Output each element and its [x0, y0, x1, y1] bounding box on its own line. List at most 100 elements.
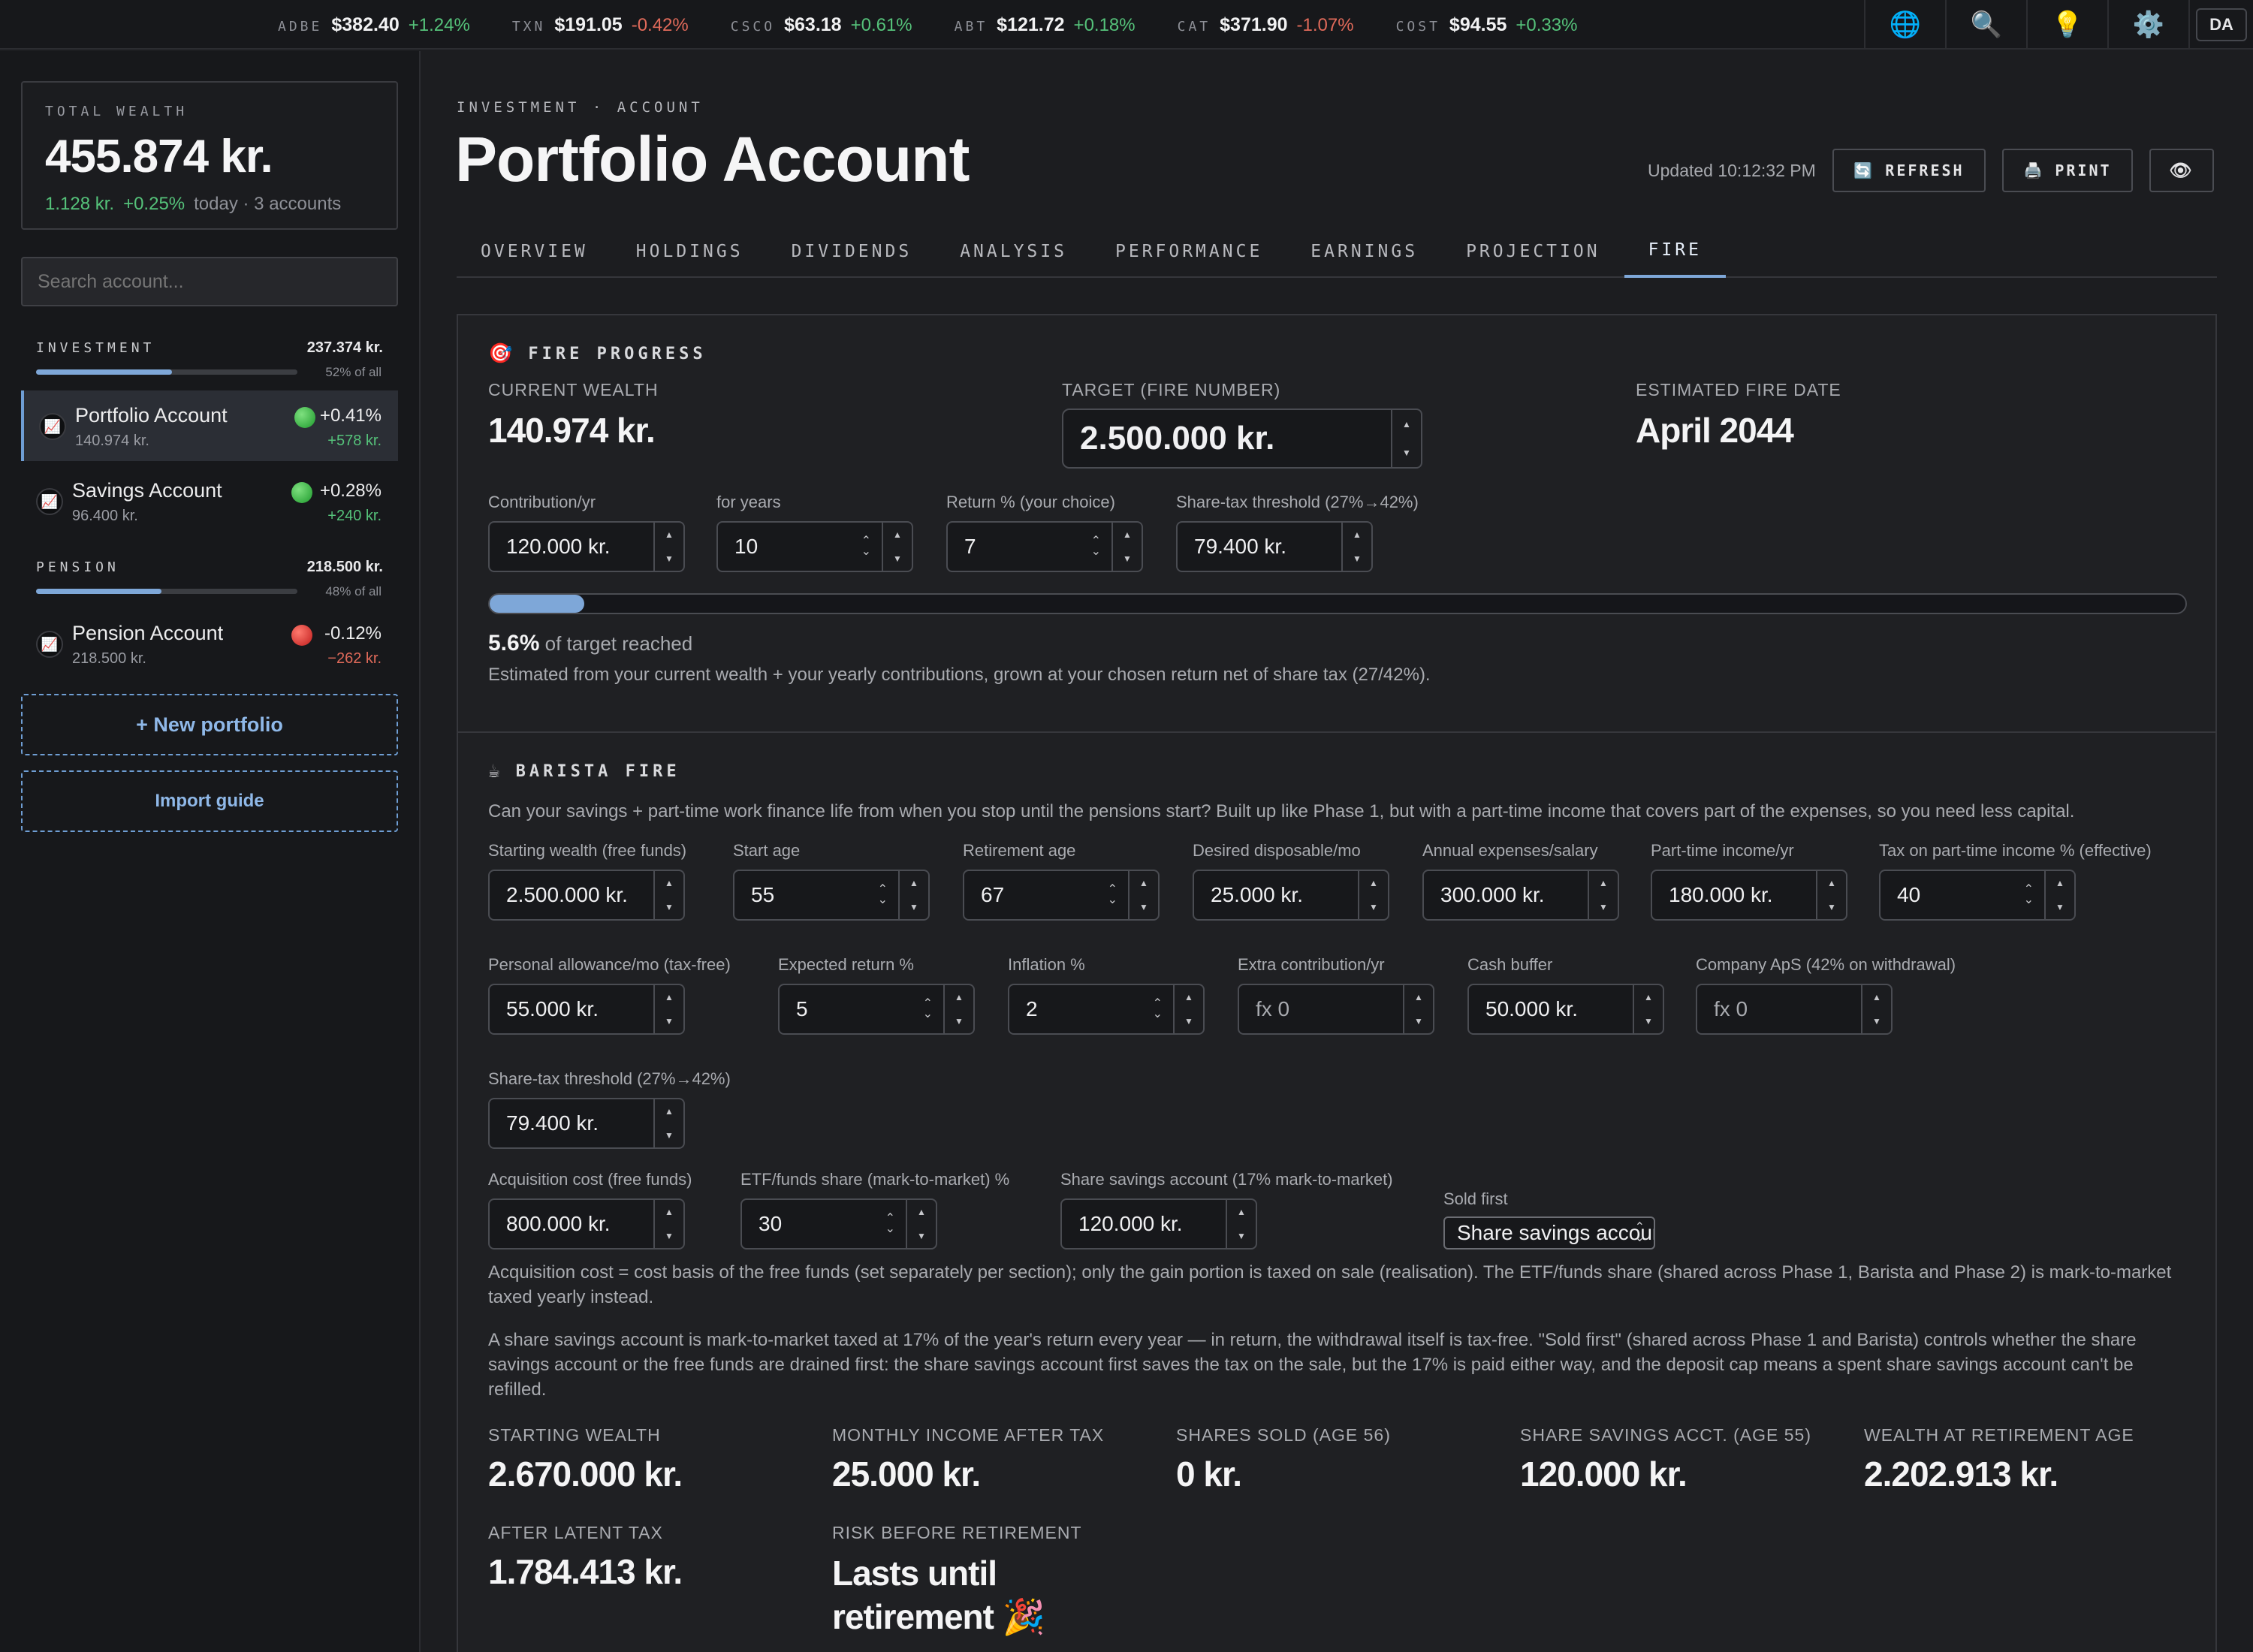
input-text: 67 — [981, 883, 1005, 906]
import-guide-button[interactable]: Import guide — [21, 770, 398, 832]
account-name: Savings Account — [72, 479, 222, 502]
input-value: 30 ⌃ ⌄ — [740, 1198, 907, 1250]
cash-buffer-input[interactable]: 50.000 kr. ▲ ▼ — [1467, 984, 1664, 1035]
etf-share-input[interactable]: 30 ⌃ ⌄ ▲ ▼ — [740, 1198, 937, 1250]
refresh-button[interactable]: 🔄 REFRESH — [1832, 149, 1986, 192]
input-value: 10 ⌃ ⌄ — [716, 521, 883, 572]
updown-icon[interactable]: ⌃ ⌄ — [1091, 535, 1101, 558]
stepper-icon[interactable]: ▲ ▼ — [1589, 870, 1619, 921]
tab-fire[interactable]: FIRE — [1624, 225, 1726, 278]
updown-icon[interactable]: ⌃ ⌄ — [923, 998, 933, 1020]
ticker-item[interactable]: ADBE $382.40 +1.24% — [278, 14, 470, 36]
stepper-icon[interactable]: ▲ ▼ — [1343, 521, 1373, 572]
acquisition-cost-input[interactable]: 800.000 kr. ▲ ▼ — [488, 1198, 685, 1250]
print-button[interactable]: 🖨️ PRINT — [2002, 149, 2133, 192]
years-input[interactable]: 10 ⌃ ⌄ ▲ ▼ — [716, 521, 913, 572]
stepper-icon[interactable]: ▲ ▼ — [907, 1198, 937, 1250]
stepper-icon[interactable]: ▲ ▼ — [655, 1198, 685, 1250]
account-pension[interactable]: 📈 Pension Account 218.500 kr. -0.12% −26… — [21, 608, 398, 679]
expected-return-input[interactable]: 5 ⌃ ⌄ ▲ ▼ — [778, 984, 975, 1035]
fire-progress-bar — [488, 593, 2187, 614]
updown-icon[interactable]: ⌃ ⌄ — [861, 535, 871, 558]
updown-icon[interactable]: ⌃ ⌄ — [885, 1213, 895, 1235]
tab-projection[interactable]: PROJECTION — [1442, 225, 1624, 278]
part-time-income-input[interactable]: 180.000 kr. ▲ ▼ — [1651, 870, 1847, 921]
tab-earnings[interactable]: EARNINGS — [1286, 225, 1442, 278]
stepper-icon[interactable]: ▲ ▼ — [900, 870, 930, 921]
ticker-item[interactable]: CAT $371.90 -1.07% — [1178, 14, 1354, 36]
ticker-item[interactable]: COST $94.55 +0.33% — [1396, 14, 1578, 36]
page-title: Portfolio Account — [455, 124, 970, 194]
stepper-icon[interactable]: ▲ ▼ — [655, 984, 685, 1035]
tab-overview[interactable]: OVERVIEW — [457, 225, 612, 278]
stepper-icon[interactable]: ▲ ▼ — [1227, 1198, 1257, 1250]
account-portfolio[interactable]: 📈 Portfolio Account 140.974 kr. +0.41% +… — [21, 390, 398, 461]
tab-holdings[interactable]: HOLDINGS — [612, 225, 768, 278]
stepper-icon[interactable]: ▲ ▼ — [1634, 984, 1664, 1035]
share-savings-input[interactable]: 120.000 kr. ▲ ▼ — [1060, 1198, 1257, 1250]
stepper-icon[interactable]: ▲ ▼ — [883, 521, 913, 572]
inflation-input[interactable]: 2 ⌃ ⌄ ▲ ▼ — [1008, 984, 1205, 1035]
bulb-icon[interactable]: 💡 — [2026, 0, 2107, 50]
stepper-icon[interactable]: ▲ ▼ — [1862, 984, 1893, 1035]
threshold-input[interactable]: 79.400 kr. ▲ ▼ — [1176, 521, 1373, 572]
tab-analysis[interactable]: ANALYSIS — [936, 225, 1091, 278]
ticker-change: -0.42% — [631, 14, 689, 35]
tab-dividends[interactable]: DIVIDENDS — [768, 225, 936, 278]
return-input[interactable]: 7 ⌃ ⌄ ▲ ▼ — [946, 521, 1143, 572]
stepper-icon[interactable]: ▲ ▼ — [1113, 521, 1143, 572]
personal-allowance-input[interactable]: 55.000 kr. ▲ ▼ — [488, 984, 685, 1035]
group-pension-header: PENSION 218.500 kr. — [36, 559, 383, 576]
status-dot-icon — [291, 625, 312, 646]
stepper-icon[interactable]: ▲ ▼ — [1392, 408, 1422, 469]
avatar-button[interactable]: DA — [2188, 0, 2253, 50]
stepper-icon[interactable]: ▲ ▼ — [1359, 870, 1389, 921]
cash-buffer-label: Cash buffer — [1467, 955, 1553, 974]
updown-icon[interactable]: ⌃ ⌄ — [1108, 884, 1117, 906]
stepper-icon[interactable]: ▲ ▼ — [655, 870, 685, 921]
gear-icon[interactable]: ⚙️ — [2107, 0, 2188, 50]
desired-disposable-input[interactable]: 25.000 kr. ▲ ▼ — [1193, 870, 1389, 921]
group-share-fill — [36, 369, 172, 375]
account-name: Pension Account — [72, 622, 224, 644]
stepper-icon[interactable]: ▲ ▼ — [1404, 984, 1434, 1035]
retirement-age-input[interactable]: 67 ⌃ ⌄ ▲ ▼ — [963, 870, 1160, 921]
extra-contribution-input[interactable]: fx 0 ▲ ▼ — [1238, 984, 1434, 1035]
starting-wealth-input[interactable]: 2.500.000 kr. ▲ ▼ — [488, 870, 685, 921]
company-aps-input[interactable]: fx 0 ▲ ▼ — [1696, 984, 1893, 1035]
ticker-item[interactable]: ABT $121.72 +0.18% — [955, 14, 1136, 36]
stepper-icon[interactable]: ▲ ▼ — [655, 521, 685, 572]
barista-fire-title: ☕ BARISTA FIRE — [488, 760, 680, 782]
updown-icon[interactable]: ⌃ ⌄ — [878, 884, 888, 906]
sold-first-select[interactable]: Share savings account ⌃ ⌄ — [1443, 1216, 1655, 1250]
stepper-icon[interactable]: ▲ ▼ — [1130, 870, 1160, 921]
stepper-icon[interactable]: ▲ ▼ — [1817, 870, 1847, 921]
annual-expenses-input[interactable]: 300.000 kr. ▲ ▼ — [1422, 870, 1619, 921]
start-age-input[interactable]: 55 ⌃ ⌄ ▲ ▼ — [733, 870, 930, 921]
ticker-change: +1.24% — [408, 14, 470, 35]
stepper-icon[interactable]: ▲ ▼ — [1175, 984, 1205, 1035]
status-dot-icon — [291, 482, 312, 503]
stepper-icon[interactable]: ▲ ▼ — [655, 1098, 685, 1149]
target-label: TARGET (FIRE NUMBER) — [1062, 380, 1281, 399]
barista-threshold-input[interactable]: 79.400 kr. ▲ ▼ — [488, 1098, 685, 1149]
globe-icon[interactable]: 🌐 — [1864, 0, 1945, 50]
tab-performance[interactable]: PERFORMANCE — [1091, 225, 1286, 278]
input-value: 300.000 kr. — [1422, 870, 1589, 921]
part-time-tax-input[interactable]: 40 ⌃ ⌄ ▲ ▼ — [1879, 870, 2076, 921]
contribution-input[interactable]: 120.000 kr. ▲ ▼ — [488, 521, 685, 572]
target-fire-number-input[interactable]: 2.500.000 kr. ▲ ▼ — [1062, 408, 1422, 469]
account-savings[interactable]: 📈 Savings Account 96.400 kr. +0.28% +240… — [21, 466, 398, 536]
new-portfolio-button[interactable]: + New portfolio — [21, 694, 398, 755]
stepper-icon[interactable]: ▲ ▼ — [2046, 870, 2076, 921]
eye-toggle-button[interactable]: 👁 — [2149, 149, 2214, 192]
ticker-item[interactable]: CSCO $63.18 +0.61% — [731, 14, 912, 36]
search-icon[interactable]: 🔍 — [1945, 0, 2026, 50]
barista-intro: Can your savings + part-time work financ… — [488, 801, 2075, 821]
updown-icon[interactable]: ⌃ ⌄ — [1153, 998, 1163, 1020]
ticker-item[interactable]: TXN $191.05 -0.42% — [512, 14, 689, 36]
input-value: fx 0 — [1696, 984, 1862, 1035]
updown-icon[interactable]: ⌃ ⌄ — [2024, 884, 2034, 906]
stepper-icon[interactable]: ▲ ▼ — [945, 984, 975, 1035]
search-account-input[interactable] — [21, 257, 398, 306]
